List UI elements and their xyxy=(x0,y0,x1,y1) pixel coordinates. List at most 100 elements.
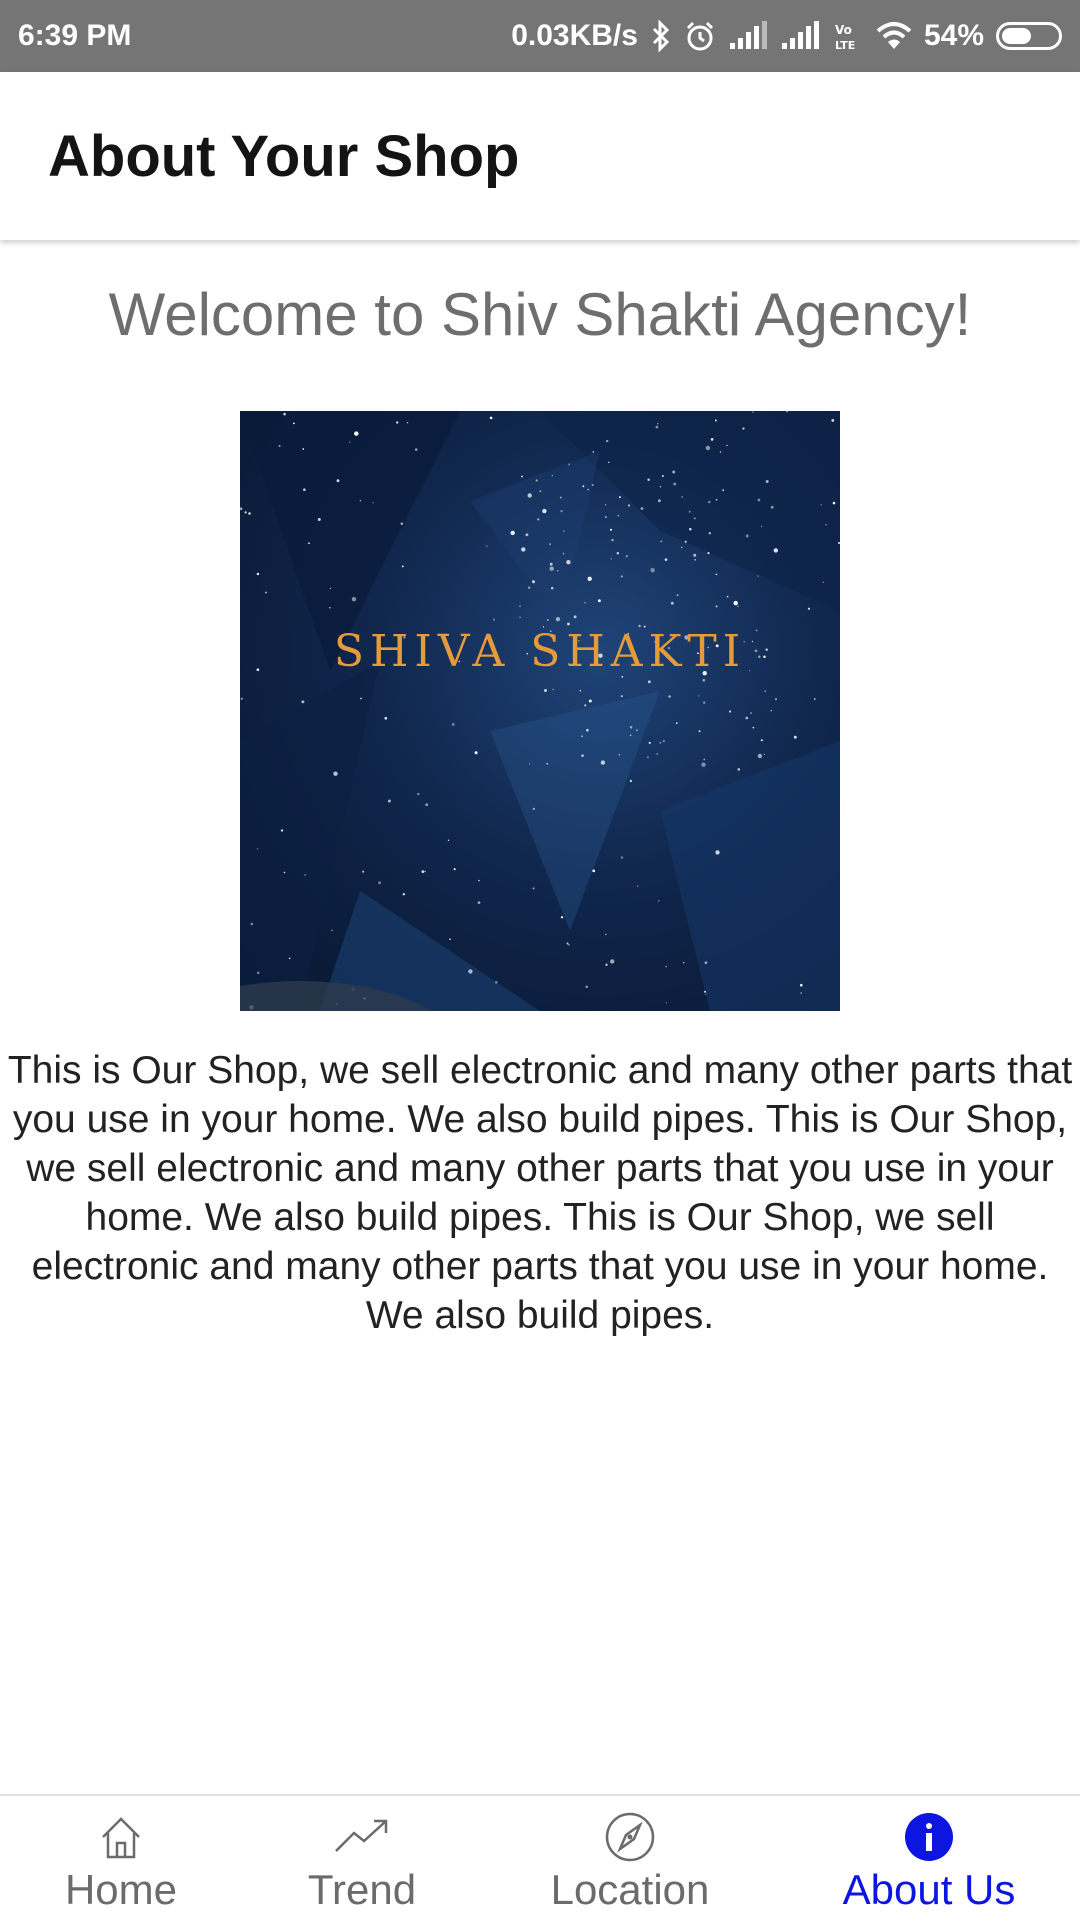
bottom-navigation: Home Trend Location About Us xyxy=(0,1794,1080,1920)
star xyxy=(715,498,718,501)
star xyxy=(552,688,554,691)
star xyxy=(640,507,644,510)
star xyxy=(745,534,749,538)
star xyxy=(581,754,584,757)
star xyxy=(636,729,638,731)
star xyxy=(822,581,825,584)
star xyxy=(764,690,766,692)
star xyxy=(360,697,362,700)
star xyxy=(560,916,564,919)
star xyxy=(559,496,562,499)
star xyxy=(611,538,614,542)
star xyxy=(726,595,729,598)
star xyxy=(453,868,456,871)
star xyxy=(605,963,608,966)
star xyxy=(793,735,797,739)
star xyxy=(757,498,761,502)
star xyxy=(610,959,615,964)
star xyxy=(317,518,321,521)
bluetooth-icon xyxy=(650,20,672,52)
star xyxy=(688,510,691,513)
star xyxy=(587,576,592,581)
star xyxy=(278,444,281,447)
star xyxy=(562,530,565,532)
star xyxy=(702,678,706,682)
star xyxy=(659,741,662,744)
shop-logo-image: SHIVA SHAKTI xyxy=(240,411,840,1011)
star xyxy=(256,848,259,850)
star xyxy=(703,990,707,993)
star xyxy=(752,726,755,729)
star xyxy=(584,602,586,604)
star xyxy=(800,983,803,987)
star xyxy=(620,695,623,698)
shop-logo-text: SHIVA SHAKTI xyxy=(333,626,747,677)
volte-icon: Vo LTE xyxy=(832,20,864,52)
star xyxy=(359,499,362,502)
star xyxy=(715,850,720,855)
star xyxy=(742,427,745,430)
star xyxy=(665,965,667,968)
net-speed: 0.03KB/s xyxy=(511,19,638,52)
nav-label-about-us: About Us xyxy=(842,1866,1016,1913)
app-bar: About Your Shop xyxy=(0,72,1080,240)
star xyxy=(656,752,659,755)
star xyxy=(406,421,409,424)
star xyxy=(705,445,711,451)
star xyxy=(592,451,595,453)
star xyxy=(521,475,523,478)
nav-item-trend[interactable]: Trend xyxy=(242,1796,482,1922)
star xyxy=(544,689,547,692)
star xyxy=(529,763,531,765)
star xyxy=(648,741,651,744)
star xyxy=(703,758,706,761)
star xyxy=(647,478,650,482)
star xyxy=(701,762,706,767)
battery-level xyxy=(1002,28,1032,44)
nav-item-location[interactable]: Location xyxy=(482,1796,778,1922)
star xyxy=(330,929,333,932)
star xyxy=(609,528,613,531)
star xyxy=(421,870,425,873)
star xyxy=(665,1002,668,1004)
star xyxy=(372,502,374,504)
star xyxy=(597,599,601,603)
star xyxy=(478,879,480,882)
star xyxy=(693,553,697,557)
star xyxy=(387,799,391,803)
star xyxy=(684,540,687,543)
star xyxy=(610,558,612,560)
star xyxy=(567,622,570,626)
nav-item-home[interactable]: Home xyxy=(0,1796,242,1922)
star xyxy=(447,839,450,841)
star xyxy=(336,479,340,483)
star xyxy=(672,470,676,474)
star xyxy=(657,499,661,503)
nav-label-home: Home xyxy=(64,1866,178,1913)
star xyxy=(532,887,535,890)
star xyxy=(400,522,404,526)
star xyxy=(600,760,606,765)
star xyxy=(362,870,365,873)
star xyxy=(329,607,331,609)
star xyxy=(449,938,451,941)
star xyxy=(757,575,759,577)
star xyxy=(757,753,763,759)
star xyxy=(532,807,535,811)
star xyxy=(519,605,521,608)
star xyxy=(581,735,583,738)
star xyxy=(760,739,763,742)
star xyxy=(535,479,538,482)
star xyxy=(556,569,559,572)
star xyxy=(625,555,628,558)
star xyxy=(620,575,623,578)
star xyxy=(737,768,741,771)
nav-item-about-us[interactable]: About Us xyxy=(778,1796,1080,1922)
star xyxy=(568,943,570,946)
star xyxy=(527,586,531,589)
star xyxy=(329,587,332,589)
star xyxy=(579,689,582,692)
star xyxy=(591,483,594,487)
star xyxy=(660,540,663,543)
star xyxy=(550,586,554,590)
